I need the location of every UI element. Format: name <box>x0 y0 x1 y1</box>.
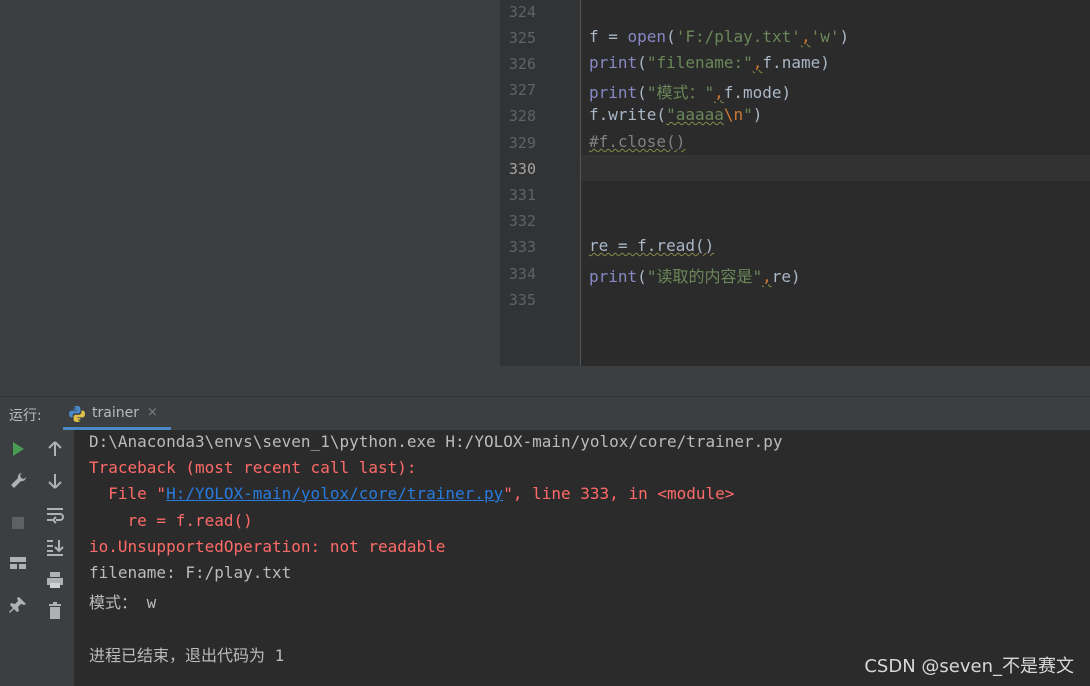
scroll-to-end-icon[interactable] <box>44 536 66 558</box>
up-arrow-icon[interactable] <box>44 438 66 460</box>
stop-icon[interactable] <box>7 512 29 534</box>
wrench-icon[interactable] <box>7 470 29 492</box>
code-line[interactable]: print("模式：",f.mode) <box>589 79 791 103</box>
code-line[interactable]: print("filename:",f.name) <box>589 53 830 72</box>
line-number: 332 <box>508 212 536 230</box>
line-number: 325 <box>508 29 536 47</box>
console-output[interactable]: D:\Anaconda3\envs\seven_1\python.exe H:/… <box>74 430 1090 686</box>
line-number: 326 <box>508 55 536 73</box>
watermark: CSDN @seven_不是赛文 <box>864 656 1074 677</box>
run-icon[interactable] <box>7 438 29 460</box>
console-code-line: re = f.read() <box>89 511 253 530</box>
python-icon <box>68 405 86 423</box>
trash-icon[interactable] <box>44 600 66 622</box>
current-line-highlight <box>581 155 1090 181</box>
run-label: 运行: <box>9 408 42 424</box>
layout-icon[interactable] <box>7 552 29 574</box>
line-number: 328 <box>508 107 536 125</box>
line-number: 324 <box>508 3 536 21</box>
line-number: 335 <box>508 291 536 309</box>
code-editor[interactable]: 324 325 326 327 328 329 330 331 332 333 … <box>500 0 1090 366</box>
code-line[interactable]: f.write("aaaaa\n") <box>589 105 762 124</box>
run-toolbar-secondary <box>37 430 75 686</box>
line-number: 333 <box>508 238 536 256</box>
print-icon[interactable] <box>44 569 66 591</box>
code-line[interactable]: re = f.read() <box>589 236 714 255</box>
soft-wrap-icon[interactable] <box>44 504 66 526</box>
pin-icon[interactable] <box>7 594 29 616</box>
line-number: 334 <box>508 265 536 283</box>
code-line[interactable]: #f.close() <box>589 132 685 151</box>
console-exit-message: 进程已结束，退出代码为 1 <box>89 646 285 665</box>
run-tab-trainer[interactable]: trainer × <box>63 397 171 430</box>
down-arrow-icon[interactable] <box>44 470 66 492</box>
console-error: io.UnsupportedOperation: not readable <box>89 537 446 556</box>
run-toolwindow-header: 运行: trainer × <box>0 396 1090 431</box>
run-toolbar-primary <box>0 430 38 686</box>
line-number: 331 <box>508 186 536 204</box>
project-panel <box>0 0 501 396</box>
code-line[interactable]: f = open('F:/play.txt','w') <box>589 27 849 46</box>
line-number: 327 <box>508 81 536 99</box>
console-command-line: D:\Anaconda3\envs\seven_1\python.exe H:/… <box>89 432 783 451</box>
console-file-line: File "H:/YOLOX-main/yolox/core/trainer.p… <box>89 484 735 503</box>
code-line[interactable]: print("读取的内容是",re) <box>589 263 801 287</box>
line-number: 329 <box>508 134 536 152</box>
line-number-current: 330 <box>508 160 536 178</box>
console-output-line: filename: F:/play.txt <box>89 563 292 582</box>
editor-scroll-area <box>500 366 1090 396</box>
console-traceback: Traceback (most recent call last): <box>89 458 417 477</box>
console-output-line: 模式： w <box>89 593 157 612</box>
run-tab-label: trainer <box>92 405 139 421</box>
console-file-link[interactable]: H:/YOLOX-main/yolox/core/trainer.py <box>166 484 503 503</box>
close-icon[interactable]: × <box>147 405 158 420</box>
